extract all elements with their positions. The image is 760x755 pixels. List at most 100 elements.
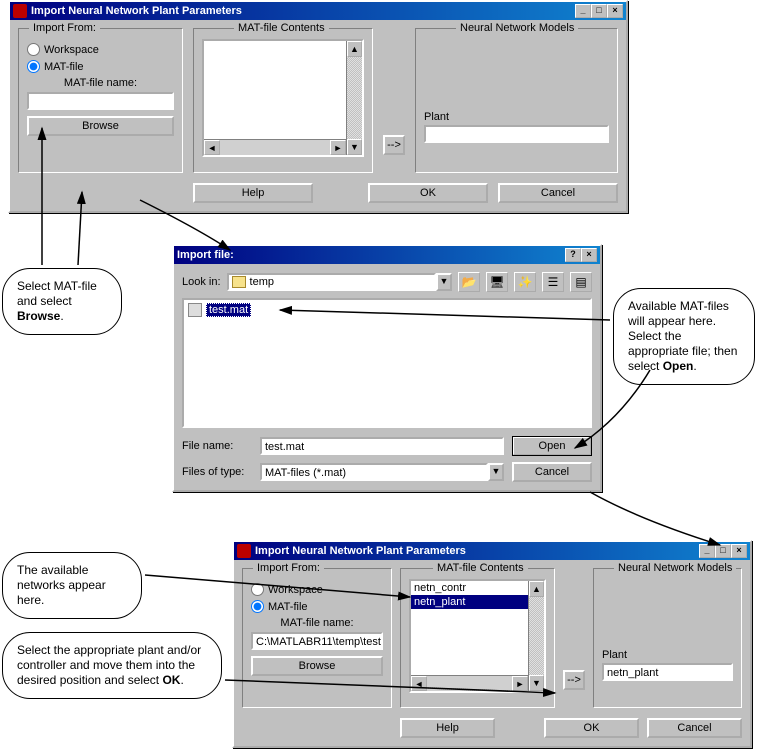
plant-label: Plant <box>424 111 609 123</box>
import-from-group: Import From: Workspace MAT-file MAT-file… <box>18 28 183 173</box>
desktop-icon[interactable]: 🖥 <box>486 272 508 292</box>
app-icon <box>13 4 27 18</box>
file-open-dialog: Import file: ? × Look in: temp ▼ 📂 🖥 ✨ ☰… <box>172 244 602 492</box>
cancel-button[interactable]: Cancel <box>498 183 618 203</box>
matfile-contents-legend: MAT-file Contents <box>234 22 329 34</box>
callout-2: Available MAT-files will appear here. Se… <box>613 288 755 385</box>
callout-4: Select the appropriate plant and/or cont… <box>2 632 222 699</box>
plant-input[interactable]: netn_plant <box>602 663 733 681</box>
matfile-radio-input[interactable] <box>27 60 40 73</box>
contents-listbox[interactable]: netn_contr netn_plant ▲ ▼ ◄ ► <box>409 579 546 693</box>
files-of-type-value[interactable]: MAT-files (*.mat) <box>260 463 488 481</box>
browse-button[interactable]: Browse <box>251 656 383 676</box>
window-title: Import Neural Network Plant Parameters <box>31 5 575 17</box>
minimize-button[interactable]: _ <box>575 4 591 18</box>
help-button-icon[interactable]: ? <box>565 248 581 262</box>
browse-button[interactable]: Browse <box>27 116 174 136</box>
titlebar[interactable]: Import Neural Network Plant Parameters _… <box>10 2 626 20</box>
import-dialog-1: Import Neural Network Plant Parameters _… <box>8 0 628 213</box>
app-icon <box>237 544 251 558</box>
move-right-button[interactable]: --> <box>383 135 405 155</box>
window-title: Import file: <box>177 249 565 261</box>
matfile-radio-label: MAT-file <box>44 61 84 73</box>
scroll-left-icon[interactable]: ◄ <box>411 676 427 691</box>
nn-models-group: Neural Network Models Plant <box>415 28 618 173</box>
cancel-button[interactable]: Cancel <box>647 718 742 738</box>
nn-models-group: Neural Network Models Plant netn_plant <box>593 568 742 708</box>
matfile-name-input[interactable]: C:\MATLABR11\temp\test <box>251 632 383 650</box>
matfile-radio[interactable]: MAT-file <box>27 60 174 73</box>
scroll-up-icon[interactable]: ▲ <box>529 581 544 597</box>
matfile-name-input[interactable] <box>27 92 174 110</box>
matfile-radio[interactable]: MAT-file <box>251 600 383 613</box>
cancel-button[interactable]: Cancel <box>512 462 592 482</box>
list-view-icon[interactable]: ☰ <box>542 272 564 292</box>
maximize-button[interactable]: □ <box>715 544 731 558</box>
files-of-type-label: Files of type: <box>182 466 252 478</box>
contents-scroll-v[interactable]: ▲ ▼ <box>346 41 362 155</box>
matfile-contents-group: MAT-file Contents ▲ ▼ ◄ ► <box>193 28 373 173</box>
close-button[interactable]: × <box>607 4 623 18</box>
file-name-label: File name: <box>182 440 252 452</box>
import-from-group: Import From: Workspace MAT-file MAT-file… <box>242 568 392 708</box>
matfile-radio-label: MAT-file <box>268 601 308 613</box>
import-dialog-2: Import Neural Network Plant Parameters _… <box>232 540 752 748</box>
workspace-radio-label: Workspace <box>44 44 99 56</box>
workspace-radio[interactable]: Workspace <box>27 43 174 56</box>
nn-models-legend: Neural Network Models <box>456 22 578 34</box>
folder-icon <box>232 276 246 288</box>
scroll-down-icon[interactable]: ▼ <box>347 139 362 155</box>
help-button[interactable]: Help <box>400 718 495 738</box>
matfile-contents-group: MAT-file Contents netn_contr netn_plant … <box>400 568 555 708</box>
contents-scroll-v[interactable]: ▲ ▼ <box>528 581 544 691</box>
import-from-legend: Import From: <box>29 22 100 34</box>
details-view-icon[interactable]: ▤ <box>570 272 592 292</box>
scroll-up-icon[interactable]: ▲ <box>347 41 362 57</box>
close-button[interactable]: × <box>581 248 597 262</box>
workspace-radio-label: Workspace <box>268 584 323 596</box>
titlebar[interactable]: Import Neural Network Plant Parameters _… <box>234 542 750 560</box>
file-name-input[interactable]: test.mat <box>260 437 504 455</box>
maximize-button[interactable]: □ <box>591 4 607 18</box>
import-from-legend: Import From: <box>253 562 324 574</box>
callout-1: Select MAT-file and select Browse. <box>2 268 122 335</box>
workspace-radio[interactable]: Workspace <box>251 583 383 596</box>
contents-scroll-h[interactable]: ◄ ► <box>411 675 528 691</box>
matfile-name-label: MAT-file name: <box>27 77 174 89</box>
contents-listbox[interactable]: ▲ ▼ ◄ ► <box>202 39 364 157</box>
scroll-down-icon[interactable]: ▼ <box>529 675 544 691</box>
new-folder-icon[interactable]: ✨ <box>514 272 536 292</box>
up-one-level-icon[interactable]: 📂 <box>458 272 480 292</box>
scroll-left-icon[interactable]: ◄ <box>204 140 220 155</box>
plant-label: Plant <box>602 649 733 661</box>
scroll-right-icon[interactable]: ► <box>512 676 528 691</box>
move-right-button[interactable]: --> <box>563 670 585 690</box>
look-in-dropdown[interactable]: ▼ <box>436 273 452 291</box>
scroll-right-icon[interactable]: ► <box>330 140 346 155</box>
nn-models-legend: Neural Network Models <box>614 562 736 574</box>
matfile-name-label: MAT-file name: <box>251 617 383 629</box>
open-button[interactable]: Open <box>513 437 591 455</box>
callout-3: The available networks appear here. <box>2 552 142 619</box>
list-item[interactable]: netn_contr <box>411 581 528 595</box>
file-list[interactable]: test.mat <box>182 298 592 428</box>
plant-input[interactable] <box>424 125 609 143</box>
close-button[interactable]: × <box>731 544 747 558</box>
file-item[interactable]: test.mat <box>186 302 588 318</box>
matfile-radio-input[interactable] <box>251 600 264 613</box>
contents-scroll-h[interactable]: ◄ ► <box>204 139 346 155</box>
look-in-value: temp <box>250 275 274 289</box>
mat-file-icon <box>188 303 202 317</box>
window-title: Import Neural Network Plant Parameters <box>255 545 699 557</box>
list-item[interactable]: netn_plant <box>411 595 528 609</box>
workspace-radio-input[interactable] <box>27 43 40 56</box>
titlebar[interactable]: Import file: ? × <box>174 246 600 264</box>
file-item-label: test.mat <box>206 303 251 317</box>
workspace-radio-input[interactable] <box>251 583 264 596</box>
ok-button[interactable]: OK <box>368 183 488 203</box>
look-in-label: Look in: <box>182 276 221 288</box>
ok-button[interactable]: OK <box>544 718 639 738</box>
minimize-button[interactable]: _ <box>699 544 715 558</box>
files-of-type-dropdown[interactable]: ▼ <box>488 463 504 481</box>
help-button[interactable]: Help <box>193 183 313 203</box>
